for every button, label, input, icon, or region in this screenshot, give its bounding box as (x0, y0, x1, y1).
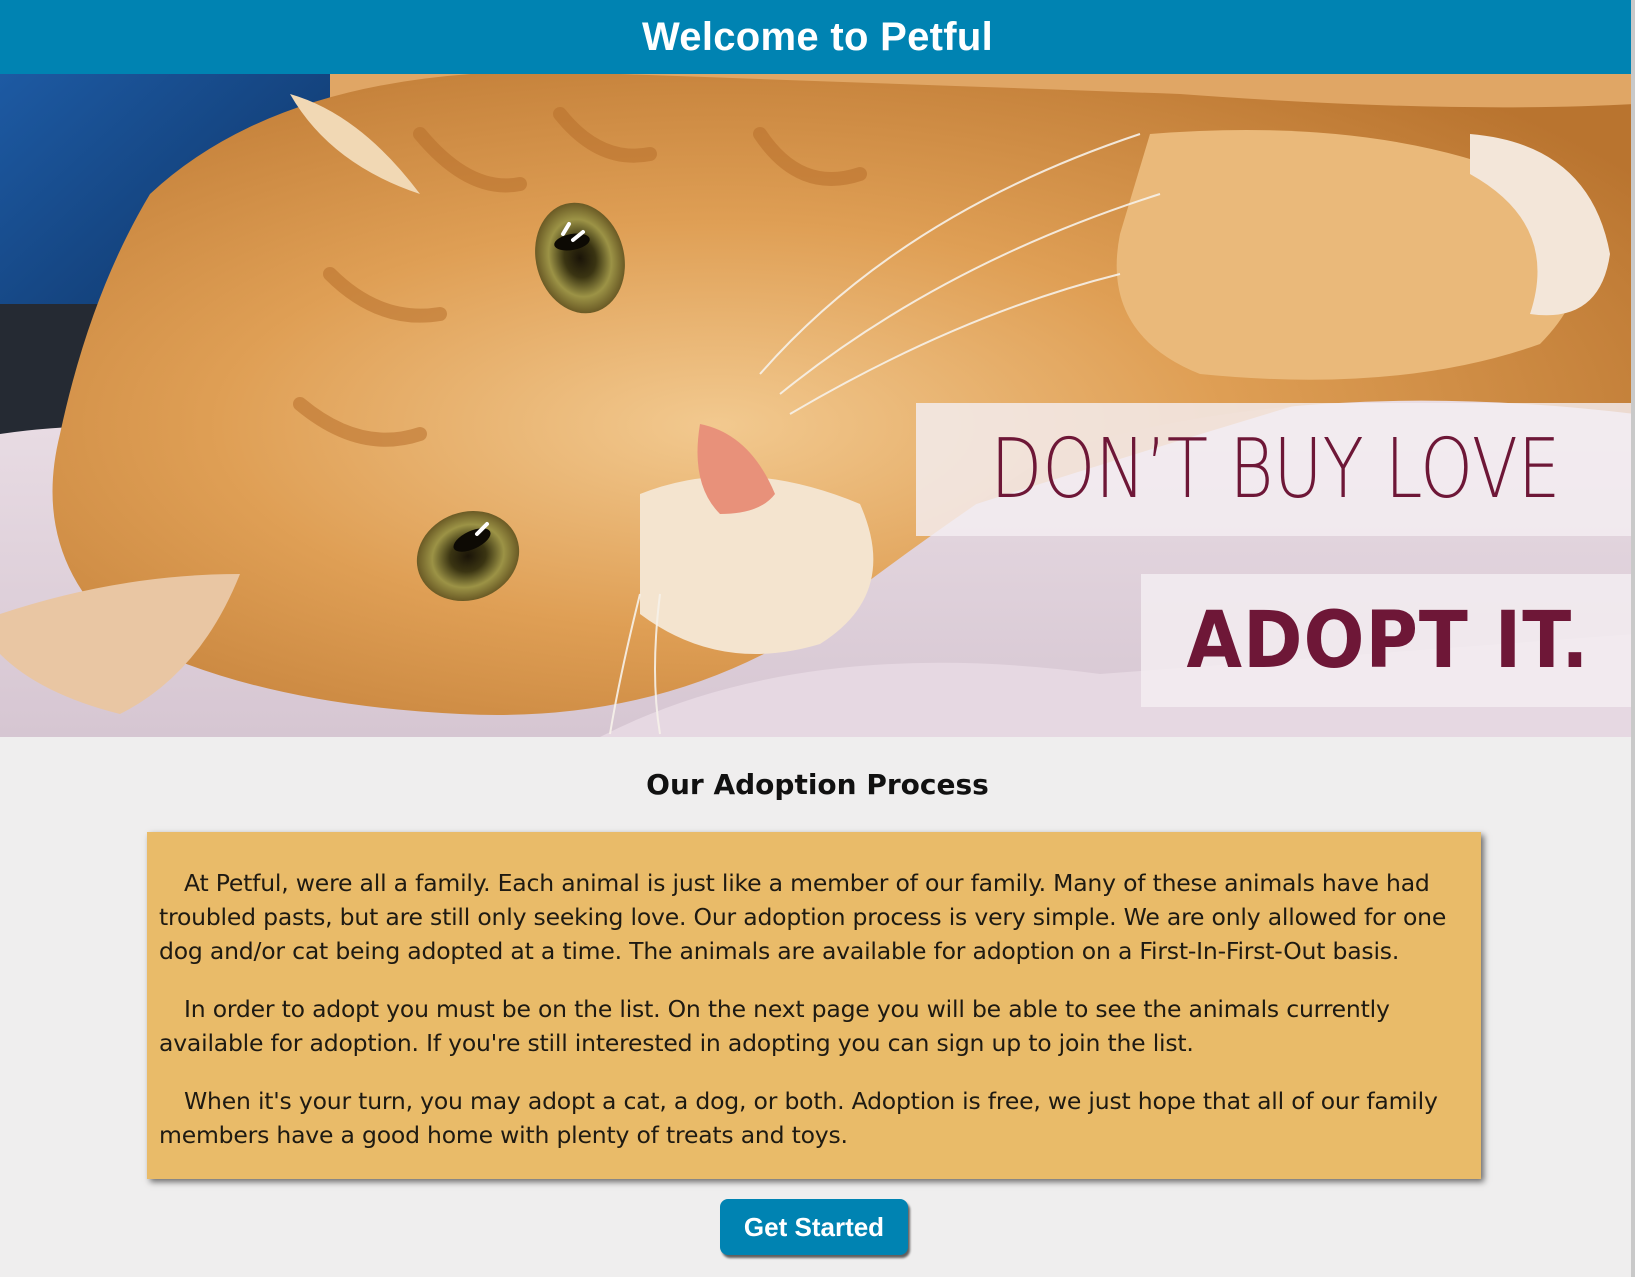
hero-banner: DON’T BUY LOVE ADOPT IT. (0, 74, 1635, 737)
adoption-info-card: At Petful, were all a family. Each anima… (147, 832, 1481, 1179)
page-title: Welcome to Petful (641, 14, 994, 59)
info-paragraph: In order to adopt you must be on the lis… (159, 995, 1390, 1057)
adoption-process-heading: Our Adoption Process (646, 768, 989, 801)
hero-tagline-line-2: ADOPT IT. (1186, 595, 1590, 686)
get-started-button[interactable]: Get Started (720, 1199, 908, 1255)
hero-tagline-banner-2: ADOPT IT. (1141, 574, 1635, 707)
info-paragraph: When it's your turn, you may adopt a cat… (159, 1087, 1438, 1149)
hero-tagline-banner-1: DON’T BUY LOVE (916, 403, 1635, 536)
info-paragraph: At Petful, were all a family. Each anima… (159, 869, 1447, 965)
page-scrollbar[interactable] (1631, 0, 1635, 1277)
hero-tagline-line-1: DON’T BUY LOVE (990, 422, 1561, 517)
top-header: Welcome to Petful (0, 0, 1635, 74)
